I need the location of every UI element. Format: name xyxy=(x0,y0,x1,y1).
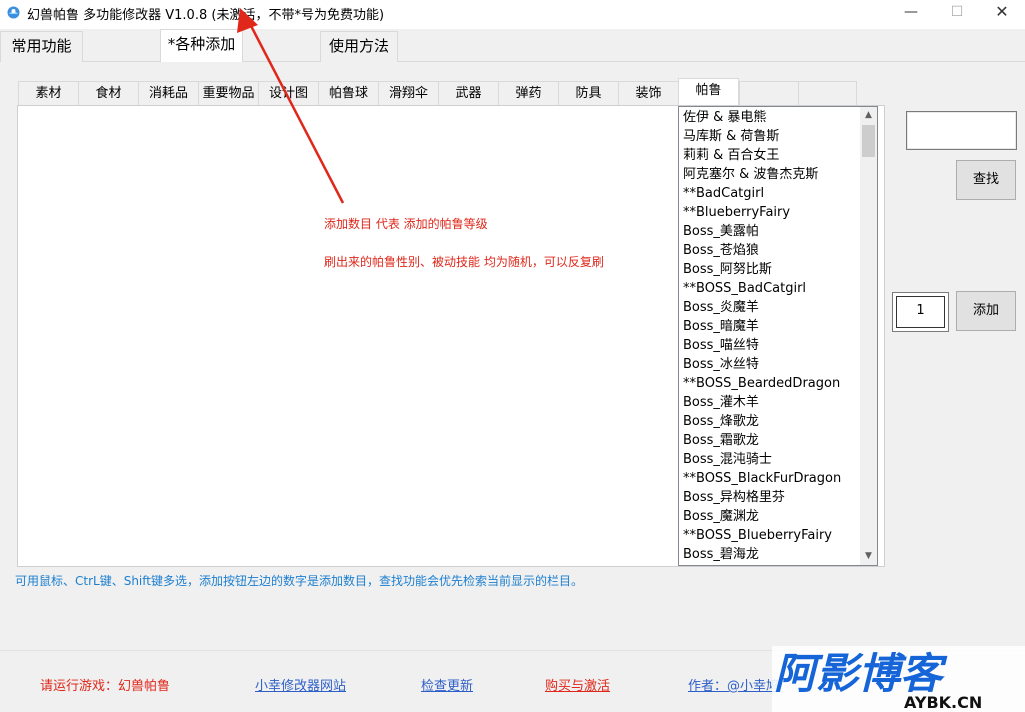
site-link[interactable]: 小幸修改器网站 xyxy=(255,675,346,694)
subtab-ammo[interactable]: 弹药 xyxy=(498,81,558,106)
subtab-key-items[interactable]: 重要物品 xyxy=(198,81,258,106)
list-item[interactable]: Boss_烽歌龙 xyxy=(683,412,759,431)
pal-listbox[interactable]: 佐伊 & 暴电熊 马库斯 & 荷鲁斯 莉莉 & 百合女王 阿克塞尔 & 波鲁杰克… xyxy=(678,106,878,566)
subtab-gliders[interactable]: 滑翔伞 xyxy=(378,81,438,106)
list-scrollbar[interactable]: ▲ ▼ xyxy=(860,107,877,565)
list-item[interactable]: Boss_苍焰狼 xyxy=(683,241,759,260)
list-item[interactable]: **BadCatgirl xyxy=(683,184,764,203)
close-button[interactable]: ✕ xyxy=(979,0,1025,26)
subtab-decorations[interactable]: 装饰 xyxy=(618,81,678,106)
list-item[interactable]: **BOSS_BadCatgirl xyxy=(683,279,806,298)
subtab-armor[interactable]: 防具 xyxy=(558,81,618,106)
list-item[interactable]: Boss_喵丝特 xyxy=(683,336,759,355)
list-item[interactable]: Boss_阿努比斯 xyxy=(683,260,772,279)
list-item[interactable]: 莉莉 & 百合女王 xyxy=(683,146,779,165)
list-item[interactable]: Boss_霜歌龙 xyxy=(683,431,759,450)
count-input[interactable]: 1 xyxy=(896,296,945,328)
scroll-thumb[interactable] xyxy=(862,125,875,157)
app-icon xyxy=(7,6,20,19)
subtab-pals[interactable]: 帕鲁 xyxy=(678,78,739,106)
list-item[interactable]: **BlueberryFairy xyxy=(683,203,790,222)
subtab-weapons[interactable]: 武器 xyxy=(438,81,498,106)
add-button[interactable]: 添加 xyxy=(956,291,1016,331)
list-item[interactable]: **BOSS_BlueberryFairy xyxy=(683,526,832,545)
subtab-consumables[interactable]: 消耗品 xyxy=(138,81,198,106)
search-input[interactable] xyxy=(906,111,1017,150)
watermark-small: AYBK.CN xyxy=(904,693,982,712)
list-item[interactable]: Boss_灌木羊 xyxy=(683,393,759,412)
list-item[interactable]: 佐伊 & 暴电熊 xyxy=(683,108,766,127)
tab-usage[interactable]: 使用方法 xyxy=(320,31,398,62)
list-item[interactable]: 马库斯 & 荷鲁斯 xyxy=(683,127,779,146)
watermark-big: 阿影博客 xyxy=(774,649,948,698)
subtab-pal-spheres[interactable]: 帕鲁球 xyxy=(318,81,378,106)
check-update-link[interactable]: 检查更新 xyxy=(421,675,473,694)
maximize-button[interactable]: ☐ xyxy=(934,0,980,26)
list-item[interactable]: Boss_碧海龙 xyxy=(683,545,759,564)
buy-activate-link[interactable]: 购买与激活 xyxy=(545,675,610,694)
note-level: 添加数目 代表 添加的帕鲁等级 xyxy=(324,217,488,231)
tab-common-functions[interactable]: 常用功能 xyxy=(0,31,83,62)
note-random: 刷出来的帕鲁性别、被动技能 均为随机，可以反复刷 xyxy=(324,255,604,269)
minimize-button[interactable]: — xyxy=(888,0,934,26)
main-tabstrip: 常用功能 *各种添加 使用方法 xyxy=(0,29,1025,63)
usage-hint: 可用鼠标、CtrL键、Shift键多选，添加按钮左边的数字是添加数目，查找功能会… xyxy=(15,574,583,588)
find-button[interactable]: 查找 xyxy=(956,160,1016,200)
subtab-food[interactable]: 食材 xyxy=(78,81,138,106)
list-item[interactable]: Boss_混沌骑士 xyxy=(683,450,772,469)
list-item[interactable]: 阿克塞尔 & 波鲁杰克斯 xyxy=(683,165,818,184)
author-link[interactable]: 作者：@小幸鸠 xyxy=(688,675,779,694)
list-item[interactable]: Boss_美露帕 xyxy=(683,222,759,241)
tab-various-add[interactable]: *各种添加 xyxy=(160,29,243,63)
run-game-status: 请运行游戏：幻兽帕鲁 xyxy=(40,679,171,694)
list-item[interactable]: Boss_异构格里芬 xyxy=(683,488,785,507)
list-item[interactable]: Boss_炎魔羊 xyxy=(683,298,759,317)
list-item[interactable]: Boss_暗魔羊 xyxy=(683,317,759,336)
subtab-materials[interactable]: 素材 xyxy=(18,81,78,106)
list-item[interactable]: **BOSS_BeardedDragon xyxy=(683,374,840,393)
subtab-blank-1[interactable] xyxy=(739,81,798,106)
title-bar: 幻兽帕鲁 多功能修改器 V1.0.8 (未激活，不带*号为免费功能) — ☐ ✕ xyxy=(0,0,1025,26)
window-title: 幻兽帕鲁 多功能修改器 V1.0.8 (未激活，不带*号为免费功能) xyxy=(27,8,385,23)
watermark-logo: 阿影博客 AYBK.CN xyxy=(772,646,1025,712)
list-item[interactable]: **BOSS_BlackFurDragon xyxy=(683,469,841,488)
scroll-down-icon[interactable]: ▼ xyxy=(860,548,877,565)
list-item[interactable]: Boss_魔渊龙 xyxy=(683,507,759,526)
scroll-up-icon[interactable]: ▲ xyxy=(860,107,877,124)
list-item[interactable]: Boss_冰丝特 xyxy=(683,355,759,374)
subtab-blueprints[interactable]: 设计图 xyxy=(258,81,318,106)
subtab-blank-2[interactable] xyxy=(798,81,857,106)
